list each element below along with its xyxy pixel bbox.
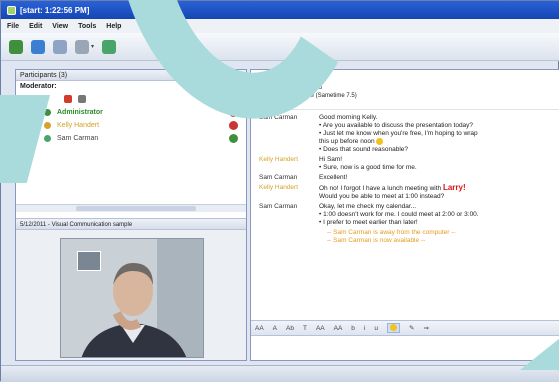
message-line: • I prefer to meet earlier than later! [319,219,418,227]
participant-name: Sam Carman [57,135,99,142]
sender-name: Sam Carman [259,203,298,211]
message-line: Excellent! [319,174,348,182]
sender-name: Sam Carman [259,114,298,121]
bold-button[interactable]: b [351,325,355,332]
chat-message: Kelly Handert Oh no! I forgot I have a l… [259,184,559,201]
chat-message: Sam Carman Good morning Kelly. • Are you… [259,114,559,154]
attach-icon[interactable]: ✎ [409,324,414,332]
chat-pane: Administrator 192.47.6.106 Sametime (Sam… [250,69,559,361]
participants-pane: Participants (3) Moderator: Administrato… [15,69,247,361]
share-icon[interactable] [53,39,67,54]
smiley-icon [376,138,384,145]
menu-help[interactable]: Help [106,23,121,30]
presence-icon [44,122,51,129]
chevron-down-icon[interactable]: ▾ [91,43,94,50]
window-title: [start: 1:22:56 PM] [20,5,90,15]
emoticon-button[interactable] [387,323,400,333]
message-line: Oh no! I forgot I have a lunch meeting w… [319,185,442,193]
send-file-icon[interactable]: ⇒ [423,324,428,332]
comments-icon[interactable] [75,39,89,54]
participant-name: Kelly Handert [57,122,100,129]
invite-icon[interactable] [102,39,117,54]
app-icon [7,5,16,15]
message-input[interactable] [251,336,559,360]
message-line: • Sure, now is a good time for me. [319,164,417,172]
presence-icon [44,135,51,142]
status-bar [1,365,559,382]
highlighted-name: Larry! [442,183,466,193]
menu-view[interactable]: View [52,23,68,30]
system-message: -- Sam Carman is now available -- [327,237,426,245]
italic-button[interactable]: i [364,325,365,332]
sender-name: Sam Carman [259,174,298,182]
smiley-icon [390,324,397,332]
font-color-button[interactable]: A [273,325,277,332]
message-line: • Does that sound reasonable? [319,146,409,154]
people-icon[interactable] [9,39,23,54]
message-line: Good morning Kelly. [319,114,378,121]
message-line: • Just let me know when you're free, I'm… [319,130,478,137]
video-header: 5/12/2011 - Visual Communication sample [16,218,246,230]
menu-edit[interactable]: Edit [29,23,42,30]
chat-message: Kelly Handert Hi Sam! • Sure, now is a g… [259,156,559,172]
lock-icon[interactable] [64,95,72,103]
status-icon [229,121,238,130]
video-feed [60,238,204,358]
message-line: • Are you available to discuss the prese… [319,122,474,129]
text-style-button[interactable]: Ab [286,325,294,332]
message-line: Okay, let me check my calendar... [319,203,417,211]
participant-name: Administrator [57,109,103,116]
add-user-icon[interactable] [78,95,86,103]
participant-item[interactable]: Sam Carman [16,132,246,145]
message-line: • 1:00 doesn't work for me. I could meet… [319,211,479,219]
whiteboard-icon[interactable] [31,39,45,54]
grow-font-button[interactable]: AA [316,325,325,332]
font-size-button[interactable]: AA [255,325,264,332]
horizontal-scrollbar[interactable] [16,204,246,212]
font-button[interactable]: T [303,325,307,332]
status-icon [229,134,238,143]
message-line: Hi Sam! [319,156,343,164]
sender-name: Kelly Handert [259,184,299,192]
chat-transcript: Sam Carman Good morning Kelly. • Are you… [251,110,559,245]
chat-message: Sam Carman Okay, let me check my calenda… [259,203,559,227]
format-toolbar: AA A Ab T AA AA b i u ✎ ⇒ [251,320,559,336]
menu-file[interactable]: File [7,23,19,30]
sender-name: Kelly Handert [259,156,299,164]
underline-button[interactable]: u [374,325,378,332]
system-message: -- Sam Carman is away from the computer … [327,229,456,237]
chat-message: Sam Carman Excellent! [259,174,559,182]
message-line: this up before noon [319,138,375,146]
participant-item[interactable]: Kelly Handert [16,119,246,132]
menu-tools[interactable]: Tools [78,23,96,30]
shrink-font-button[interactable]: AA [334,325,343,332]
message-line: Would you be able to meet at 1:00 instea… [319,193,445,201]
video-area [16,230,246,360]
self-view-pip[interactable] [77,251,101,271]
scroll-thumb[interactable] [76,206,196,211]
